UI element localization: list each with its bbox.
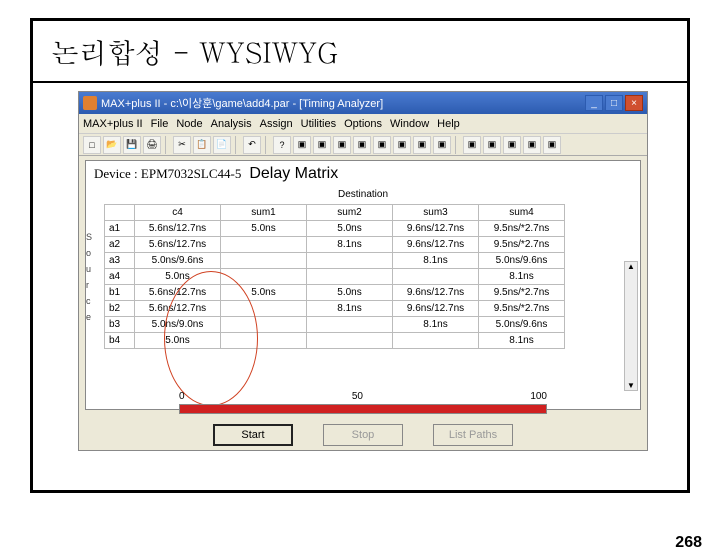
tool-icon[interactable]: ▣ xyxy=(543,136,561,154)
open-icon[interactable]: 📂 xyxy=(103,136,121,154)
tool-icon[interactable]: ▣ xyxy=(313,136,331,154)
stop-button[interactable]: Stop xyxy=(323,424,403,446)
tool-icon[interactable]: ▣ xyxy=(293,136,311,154)
tool-icon[interactable]: ▣ xyxy=(333,136,351,154)
cut-icon[interactable]: ✂ xyxy=(173,136,191,154)
delay-matrix-label: Delay Matrix xyxy=(249,165,338,183)
copy-icon[interactable]: 📋 xyxy=(193,136,211,154)
tool-icon[interactable]: ▣ xyxy=(433,136,451,154)
delay-matrix-table: c4sum1sum2sum3sum4a15.6ns/12.7ns5.0ns5.0… xyxy=(104,204,565,349)
timing-analyzer-panel: Device : EPM7032SLC44-5 Delay Matrix Des… xyxy=(85,160,641,410)
progress-area: 0 50 100 xyxy=(179,391,547,414)
tool-icon[interactable]: ▣ xyxy=(523,136,541,154)
maximize-button[interactable]: □ xyxy=(605,95,623,111)
menu-maxplus[interactable]: MAX+plus II xyxy=(83,118,143,130)
progress-mid: 50 xyxy=(352,391,363,402)
device-label: Device : EPM7032SLC44-5 xyxy=(94,166,241,182)
start-button[interactable]: Start xyxy=(213,424,293,446)
progress-min: 0 xyxy=(179,391,185,402)
tool-icon[interactable]: ▣ xyxy=(373,136,391,154)
tool-icon[interactable]: ▣ xyxy=(503,136,521,154)
paste-icon[interactable]: 📄 xyxy=(213,136,231,154)
destination-label: Destination xyxy=(86,187,640,204)
minimize-button[interactable]: _ xyxy=(585,95,603,111)
save-icon[interactable]: 💾 xyxy=(123,136,141,154)
menu-node[interactable]: Node xyxy=(176,118,202,130)
menu-analysis[interactable]: Analysis xyxy=(211,118,252,130)
progress-max: 100 xyxy=(530,391,547,402)
close-button[interactable]: × xyxy=(625,95,643,111)
undo-icon[interactable]: ↶ xyxy=(243,136,261,154)
app-window: MAX+plus II - c:\이상훈\game\add4.par - [Ti… xyxy=(78,91,648,451)
tool-icon[interactable]: ▣ xyxy=(413,136,431,154)
progress-bar xyxy=(179,404,547,414)
tool-icon[interactable]: ▣ xyxy=(353,136,371,154)
tool-icon[interactable]: ▣ xyxy=(393,136,411,154)
page-number: 268 xyxy=(675,534,702,552)
app-icon xyxy=(83,96,97,110)
menu-file[interactable]: File xyxy=(151,118,169,130)
menu-window[interactable]: Window xyxy=(390,118,429,130)
print-icon[interactable]: 🖨 xyxy=(143,136,161,154)
help-icon[interactable]: ? xyxy=(273,136,291,154)
window-title: MAX+plus II - c:\이상훈\game\add4.par - [Ti… xyxy=(101,95,585,111)
vertical-scrollbar[interactable] xyxy=(624,261,638,391)
menubar: MAX+plus II File Node Analysis Assign Ut… xyxy=(79,114,647,134)
toolbar: □ 📂 💾 🖨 ✂ 📋 📄 ↶ ? ▣ ▣ ▣ ▣ ▣ ▣ ▣ ▣ ▣ ▣ ▣ … xyxy=(79,134,647,156)
slide-title: 논리합성 - WYSIWYG xyxy=(33,21,687,83)
new-icon[interactable]: □ xyxy=(83,136,101,154)
menu-assign[interactable]: Assign xyxy=(260,118,293,130)
menu-utilities[interactable]: Utilities xyxy=(301,118,336,130)
source-axis-label: Source xyxy=(86,204,100,349)
menu-help[interactable]: Help xyxy=(437,118,460,130)
tool-icon[interactable]: ▣ xyxy=(483,136,501,154)
tool-icon[interactable]: ▣ xyxy=(463,136,481,154)
list-paths-button[interactable]: List Paths xyxy=(433,424,513,446)
titlebar: MAX+plus II - c:\이상훈\game\add4.par - [Ti… xyxy=(79,92,647,114)
menu-options[interactable]: Options xyxy=(344,118,382,130)
